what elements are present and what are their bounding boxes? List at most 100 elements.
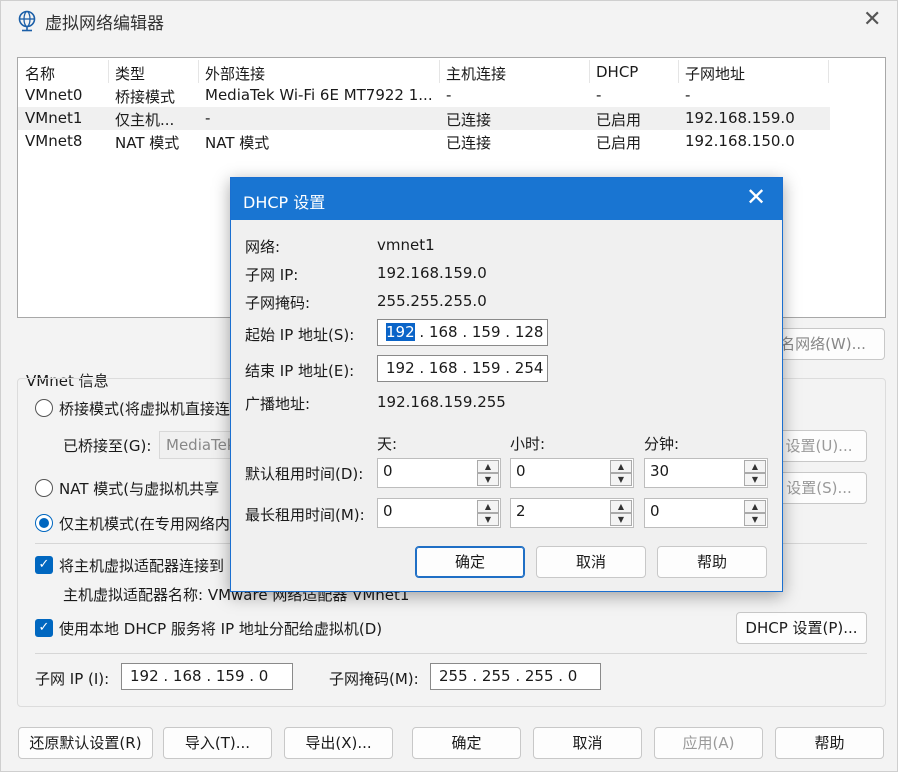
- spin-down-icon[interactable]: ▼: [610, 513, 632, 526]
- subnet-ip-label: 子网 IP (I):: [35, 670, 110, 688]
- connect-adapter-checkbox[interactable]: ✓: [35, 556, 53, 574]
- spin-down-icon[interactable]: ▼: [744, 473, 766, 486]
- spinner-value: 0: [516, 462, 526, 480]
- broadcast-label: 广播地址:: [245, 395, 311, 413]
- cancel-button[interactable]: 取消: [533, 727, 642, 759]
- cell-subnet: 192.168.159.0: [685, 109, 795, 127]
- end-ip-input[interactable]: 192 . 168 . 159 . 254: [377, 355, 548, 382]
- spinner-value: 0: [383, 502, 393, 520]
- bridge-mode-radio[interactable]: [35, 399, 53, 417]
- column-header-external[interactable]: 外部连接: [205, 63, 265, 84]
- nat-settings-button[interactable]: 设置(S)...: [771, 472, 867, 504]
- cell-type: NAT 模式: [115, 134, 180, 152]
- cell-external: NAT 模式: [205, 134, 270, 152]
- max-lease-days-spinner[interactable]: 0 ▲ ▼: [377, 498, 501, 528]
- max-lease-label: 最长租用时间(M):: [245, 506, 365, 524]
- spin-down-icon[interactable]: ▼: [477, 473, 499, 486]
- cell-host: 已连接: [446, 134, 492, 152]
- nat-mode-label: NAT 模式(与虚拟机共享: [59, 480, 220, 498]
- subnet-mask-value: 255.255.255.0: [377, 292, 487, 310]
- subnet-mask-input[interactable]: 255 . 255 . 255 . 0: [430, 663, 601, 690]
- default-lease-hours-spinner[interactable]: 0 ▲ ▼: [510, 458, 634, 488]
- close-icon[interactable]: ✕: [863, 9, 881, 31]
- max-lease-minutes-spinner[interactable]: 0 ▲ ▼: [644, 498, 768, 528]
- spin-up-icon[interactable]: ▲: [610, 500, 632, 513]
- export-button[interactable]: 导出(X)...: [284, 727, 393, 759]
- connect-adapter-label: 将主机虚拟适配器连接到: [59, 557, 225, 575]
- restore-defaults-button[interactable]: 还原默认设置(R): [18, 727, 153, 759]
- subnet-ip-value: 192.168.159.0: [377, 264, 487, 282]
- help-button[interactable]: 帮助: [775, 727, 884, 759]
- dialog-close-icon[interactable]: ✕: [746, 185, 766, 209]
- default-lease-days-spinner[interactable]: 0 ▲ ▼: [377, 458, 501, 488]
- spin-up-icon[interactable]: ▲: [477, 500, 499, 513]
- end-ip-label: 结束 IP 地址(E):: [245, 362, 355, 380]
- bridge-mode-label: 桥接模式(将虚拟机直接连: [59, 400, 230, 418]
- start-ip-selected-octet: 192: [386, 323, 415, 341]
- bridged-to-label: 已桥接至(G):: [63, 437, 152, 455]
- divider: [35, 653, 867, 654]
- column-header-dhcp[interactable]: DHCP: [596, 63, 638, 81]
- cell-type: 桥接模式: [115, 88, 176, 106]
- network-label: 网络:: [245, 238, 281, 256]
- dialog-title-bar: DHCP 设置 ✕: [231, 178, 782, 220]
- spinner-value: 0: [650, 502, 660, 520]
- column-header-subnet[interactable]: 子网地址: [685, 63, 745, 84]
- window-title: 虚拟网络编辑器: [45, 14, 164, 34]
- subnet-mask-label: 子网掩码:: [245, 294, 311, 312]
- dialog-help-button[interactable]: 帮助: [657, 546, 767, 578]
- subnet-ip-input[interactable]: 192 . 168 . 159 . 0: [121, 663, 293, 690]
- spin-up-icon[interactable]: ▲: [744, 500, 766, 513]
- cell-type: 仅主机...: [115, 111, 175, 129]
- cell-external: -: [205, 109, 211, 127]
- dhcp-settings-dialog: DHCP 设置 ✕ 网络: vmnet1 子网 IP: 192.168.159.…: [230, 177, 783, 592]
- cell-name: VMnet0: [25, 86, 83, 104]
- default-lease-minutes-spinner[interactable]: 30 ▲ ▼: [644, 458, 768, 488]
- import-button[interactable]: 导入(T)...: [163, 727, 272, 759]
- subnet-ip-label: 子网 IP:: [245, 266, 299, 284]
- auto-settings-button[interactable]: 设置(U)...: [771, 430, 867, 462]
- subnet-mask-label: 子网掩码(M):: [329, 670, 419, 688]
- host-only-label: 仅主机模式(在专用网络内: [59, 515, 230, 533]
- dialog-title: DHCP 设置: [243, 193, 326, 212]
- column-header-host[interactable]: 主机连接: [446, 63, 506, 84]
- spin-up-icon[interactable]: ▲: [744, 460, 766, 473]
- column-header-type[interactable]: 类型: [115, 63, 145, 84]
- nat-mode-radio[interactable]: [35, 479, 53, 497]
- spin-down-icon[interactable]: ▼: [744, 513, 766, 526]
- table-row[interactable]: VMnet0 桥接模式 MediaTek Wi-Fi 6E MT7922 1..…: [18, 84, 830, 107]
- days-label: 天:: [377, 435, 398, 453]
- spin-up-icon[interactable]: ▲: [610, 460, 632, 473]
- hours-label: 小时:: [510, 435, 546, 453]
- start-ip-label: 起始 IP 地址(S):: [245, 326, 355, 344]
- spin-down-icon[interactable]: ▼: [610, 473, 632, 486]
- column-header-name[interactable]: 名称: [25, 63, 55, 84]
- cell-dhcp: 已启用: [596, 134, 642, 152]
- spinner-value: 0: [383, 462, 393, 480]
- bridged-to-select[interactable]: MediaTek: [159, 431, 239, 459]
- spin-down-icon[interactable]: ▼: [477, 513, 499, 526]
- table-row-selected[interactable]: VMnet1 仅主机... - 已连接 已启用 192.168.159.0: [18, 107, 830, 130]
- ok-button[interactable]: 确定: [412, 727, 521, 759]
- spinner-value: 2: [516, 502, 526, 520]
- start-ip-rest: . 168 . 159 . 128: [414, 323, 544, 341]
- default-lease-label: 默认租用时间(D):: [245, 465, 364, 483]
- title-bar: 虚拟网络编辑器 ✕: [1, 1, 898, 41]
- dialog-ok-button[interactable]: 确定: [415, 546, 525, 578]
- host-only-radio[interactable]: [35, 514, 53, 532]
- dhcp-settings-button[interactable]: DHCP 设置(P)...: [736, 612, 867, 644]
- table-row[interactable]: VMnet8 NAT 模式 NAT 模式 已连接 已启用 192.168.150…: [18, 130, 830, 153]
- dialog-cancel-button[interactable]: 取消: [536, 546, 646, 578]
- cell-name: VMnet1: [25, 109, 83, 127]
- cell-subnet: -: [685, 86, 691, 104]
- network-value: vmnet1: [377, 236, 435, 254]
- dhcp-checkbox[interactable]: ✓: [35, 619, 53, 637]
- max-lease-hours-spinner[interactable]: 2 ▲ ▼: [510, 498, 634, 528]
- cell-host: 已连接: [446, 111, 492, 129]
- cell-dhcp: 已启用: [596, 111, 642, 129]
- start-ip-input[interactable]: 192 . 168 . 159 . 128: [377, 319, 548, 346]
- apply-button[interactable]: 应用(A): [654, 727, 763, 759]
- minutes-label: 分钟:: [644, 435, 680, 453]
- cell-host: -: [446, 86, 452, 104]
- spin-up-icon[interactable]: ▲: [477, 460, 499, 473]
